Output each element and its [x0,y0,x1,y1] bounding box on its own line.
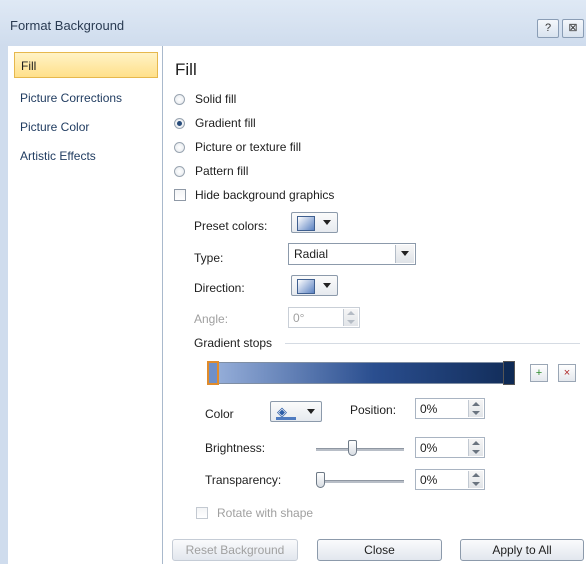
color-indicator [276,417,296,420]
gradient-stop-right[interactable] [503,361,515,385]
preset-colors-button[interactable] [291,212,338,233]
divider [285,343,580,344]
chevron-down-icon [401,251,409,256]
hide-background-checkbox[interactable] [174,189,186,201]
position-label: Position: [350,403,397,417]
spinner-arrows[interactable] [468,439,483,456]
gradient-stops-label: Gradient stops [194,336,273,350]
apply-to-all-button[interactable]: Apply to All [460,539,584,561]
brightness-slider-track[interactable] [316,448,404,451]
color-label: Color [205,407,234,421]
chevron-down-icon [307,409,315,414]
preset-colors-label: Preset colors: [194,219,268,233]
direction-swatch-icon [297,279,315,294]
sidebar-item-fill[interactable]: Fill [14,52,158,78]
close-button[interactable]: Close [317,539,442,561]
spinner-arrows [343,309,358,326]
position-value: 0% [420,402,438,416]
angle-input: 0° [288,307,360,328]
gradient-fill-label: Gradient fill [195,116,256,130]
title-bar: Format Background ? ⊠ [0,0,586,47]
window-border [0,46,8,564]
gradient-swatch-icon [297,216,315,231]
angle-label: Angle: [194,312,229,326]
color-picker-button[interactable]: ◈ [270,401,322,422]
brightness-label: Brightness: [205,441,266,455]
transparency-input[interactable]: 0% [415,469,485,490]
window-title: Format Background [10,18,125,33]
dropdown-arrow [395,245,414,263]
brightness-input[interactable]: 0% [415,437,485,458]
sidebar-item-picture-corrections[interactable]: Picture Corrections [14,85,158,111]
section-heading: Fill [175,60,197,79]
spinner-arrows[interactable] [468,400,483,417]
add-stop-icon[interactable]: + [530,364,548,382]
solid-fill-label: Solid fill [195,92,237,106]
transparency-slider-track[interactable] [316,480,404,483]
hide-background-label: Hide background graphics [195,188,335,202]
pattern-fill-radio[interactable] [174,166,185,177]
direction-button[interactable] [291,275,338,296]
gradient-bar[interactable] [207,362,511,384]
rotate-with-shape-label: Rotate with shape [217,506,314,520]
gradient-fill-radio[interactable] [174,118,185,129]
brightness-value: 0% [420,441,438,455]
solid-fill-radio[interactable] [174,94,185,105]
position-input[interactable]: 0% [415,398,485,419]
picture-texture-fill-radio[interactable] [174,142,185,153]
chevron-down-icon [323,220,331,225]
sidebar: Fill Picture Corrections Picture Color A… [8,46,163,564]
gradient-stop-left[interactable] [207,361,219,385]
transparency-value: 0% [420,473,438,487]
picture-texture-fill-label: Picture or texture fill [195,140,302,154]
type-select[interactable]: Radial [288,243,416,265]
angle-value: 0° [293,311,305,325]
brightness-slider-thumb[interactable] [348,440,357,456]
type-value: Radial [294,247,329,261]
type-label: Type: [194,251,224,265]
help-button[interactable]: ? [537,19,559,38]
close-window-button[interactable]: ⊠ [562,19,584,38]
sidebar-item-artistic-effects[interactable]: Artistic Effects [14,143,158,169]
chevron-down-icon [323,283,331,288]
transparency-label: Transparency: [205,473,282,487]
spinner-arrows[interactable] [468,471,483,488]
remove-stop-icon[interactable]: × [558,364,576,382]
sidebar-item-picture-color[interactable]: Picture Color [14,114,158,140]
pattern-fill-label: Pattern fill [195,164,249,178]
transparency-slider-thumb[interactable] [316,472,325,488]
direction-label: Direction: [194,281,245,295]
reset-background-button: Reset Background [172,539,298,561]
rotate-with-shape-checkbox [196,507,208,519]
